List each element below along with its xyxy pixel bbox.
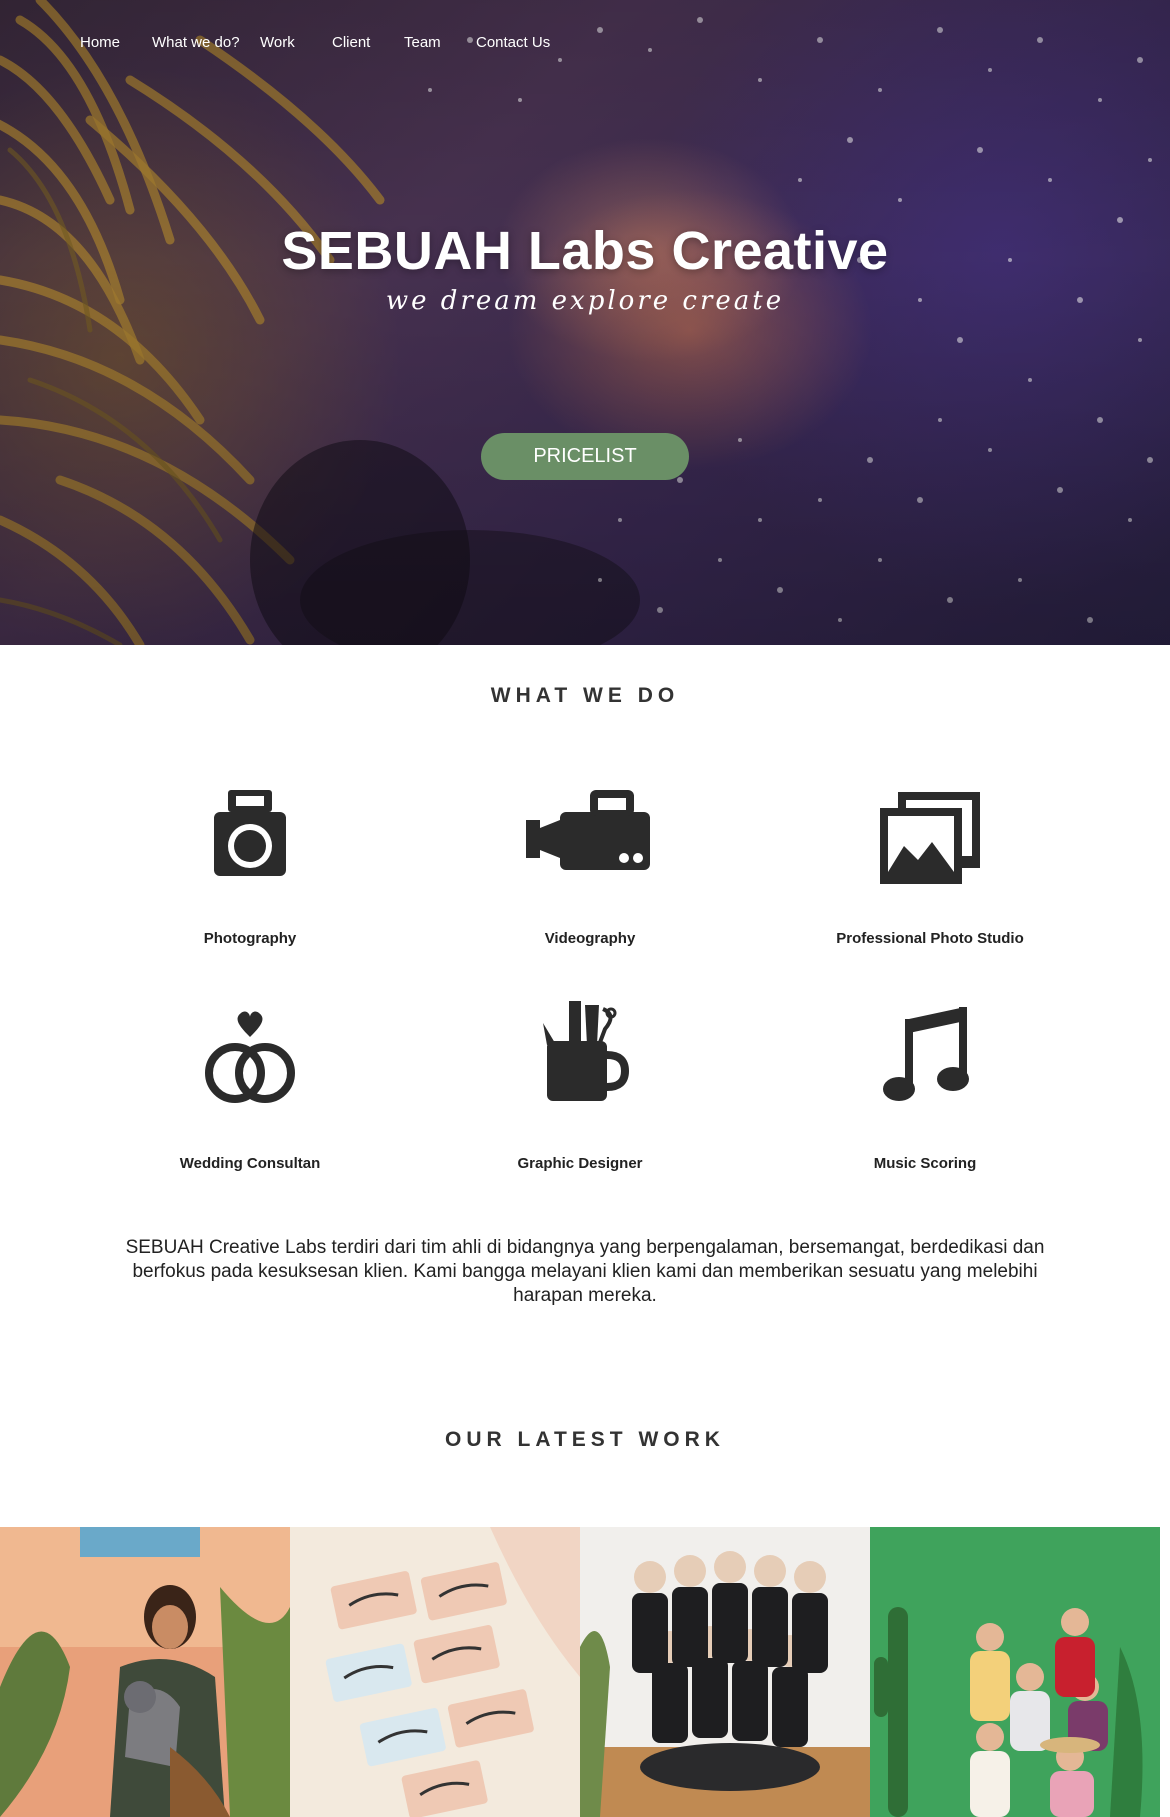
about-description: SEBUAH Creative Labs terdiri dari tim ah… [125, 1237, 1045, 1306]
service-label: Videography [544, 930, 636, 947]
photo-gallery-icon [880, 792, 980, 884]
design-tools-icon [543, 1001, 630, 1101]
service-label: Wedding Consultan [179, 1155, 321, 1172]
service-graphic-designer: Graphic Designer [430, 995, 730, 1172]
work-image-eyelash-products [290, 1527, 580, 1817]
service-videography: Videography [440, 780, 740, 947]
work-image-green-studio-group [870, 1527, 1160, 1817]
work-image-portrait-with-cat [0, 1527, 290, 1817]
work-thumbnail[interactable] [870, 1527, 1160, 1817]
hero-tagline: we dream explore create [385, 286, 785, 316]
service-photography: Photography [100, 780, 400, 947]
service-label: Music Scoring [873, 1155, 977, 1172]
nav-team[interactable]: Team [404, 34, 441, 51]
nav-contact-us[interactable]: Contact Us [476, 34, 550, 51]
service-label: Photography [203, 930, 297, 947]
service-label: Graphic Designer [517, 1155, 643, 1172]
service-wedding: Wedding Consultan [100, 1005, 400, 1172]
work-thumbnail[interactable] [580, 1527, 870, 1817]
service-label: Professional Photo Studio [836, 930, 1024, 947]
nav-client[interactable]: Client [332, 34, 370, 51]
hero-section: Home What we do? Work Client Team Contac… [0, 0, 1170, 645]
hero-overlay [0, 0, 1170, 645]
nav-home[interactable]: Home [80, 34, 120, 51]
service-photo-studio: Professional Photo Studio [780, 780, 1080, 947]
service-music-scoring: Music Scoring [775, 995, 1075, 1172]
nav-what-we-do[interactable]: What we do? [152, 34, 240, 51]
hero-title: SEBUAH Labs Creative [281, 221, 889, 281]
latest-work-heading: OUR LATEST WORK [445, 1428, 725, 1451]
pricelist-button[interactable]: PRICELIST [481, 433, 689, 480]
work-thumbnail[interactable] [290, 1527, 580, 1817]
work-gallery [0, 1527, 1170, 1817]
wedding-rings-icon [205, 1011, 295, 1103]
video-camera-icon [526, 790, 650, 870]
nav-work[interactable]: Work [260, 34, 295, 51]
work-thumbnail[interactable] [0, 1527, 290, 1817]
music-note-icon [883, 1007, 969, 1101]
work-image-group-photo [580, 1527, 870, 1817]
camera-icon [214, 790, 286, 876]
what-we-do-heading: WHAT WE DO [490, 684, 680, 707]
